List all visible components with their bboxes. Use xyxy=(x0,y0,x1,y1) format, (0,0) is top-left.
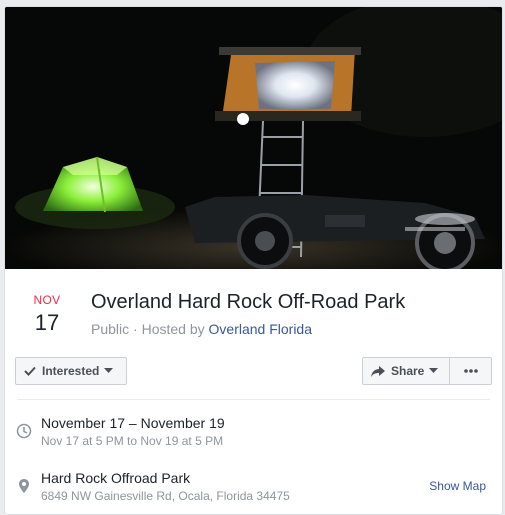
check-icon xyxy=(24,366,36,376)
event-card: NOV 17 Overland Hard Rock Off-Road Park … xyxy=(4,6,503,515)
share-label: Share xyxy=(391,364,425,378)
event-date-badge: NOV 17 xyxy=(21,293,73,336)
caret-down-icon xyxy=(429,368,439,373)
section-divider xyxy=(17,399,490,400)
event-location-address: 6849 NW Gainesville Rd, Ocala, Florida 3… xyxy=(41,489,290,503)
event-date-month: NOV xyxy=(33,293,61,307)
share-arrow-icon xyxy=(371,365,385,377)
show-map-link[interactable]: Show Map xyxy=(429,479,486,493)
event-date-day: 17 xyxy=(34,310,60,335)
event-location-row: Hard Rock Offroad Park 6849 NW Gainesvil… xyxy=(5,470,502,510)
event-time-detail: Nov 17 at 5 PM to Nov 19 at 5 PM xyxy=(41,434,224,448)
share-button[interactable]: Share xyxy=(362,357,450,385)
interested-button[interactable]: Interested xyxy=(15,357,127,385)
event-date-range: November 17 – November 19 xyxy=(41,415,225,431)
event-time-row: November 17 – November 19 Nov 17 at 5 PM… xyxy=(5,415,502,455)
hosted-by-label: · Hosted by xyxy=(133,321,205,337)
more-options-button[interactable] xyxy=(449,357,492,385)
clock-icon xyxy=(16,423,32,439)
caret-down-icon xyxy=(104,368,114,373)
event-actions: Interested Share xyxy=(5,349,502,399)
event-title: Overland Hard Rock Off-Road Park xyxy=(91,291,406,313)
event-subtitle: Public · Hosted by Overland Florida xyxy=(91,321,312,337)
more-dots-icon xyxy=(463,369,478,373)
interested-label: Interested xyxy=(42,364,100,378)
event-location-name[interactable]: Hard Rock Offroad Park xyxy=(41,470,190,486)
location-pin-icon xyxy=(19,479,29,493)
event-host-link[interactable]: Overland Florida xyxy=(209,321,313,337)
event-cover-photo[interactable] xyxy=(5,7,502,269)
event-header: NOV 17 Overland Hard Rock Off-Road Park … xyxy=(5,269,502,349)
event-privacy: Public xyxy=(91,321,130,337)
